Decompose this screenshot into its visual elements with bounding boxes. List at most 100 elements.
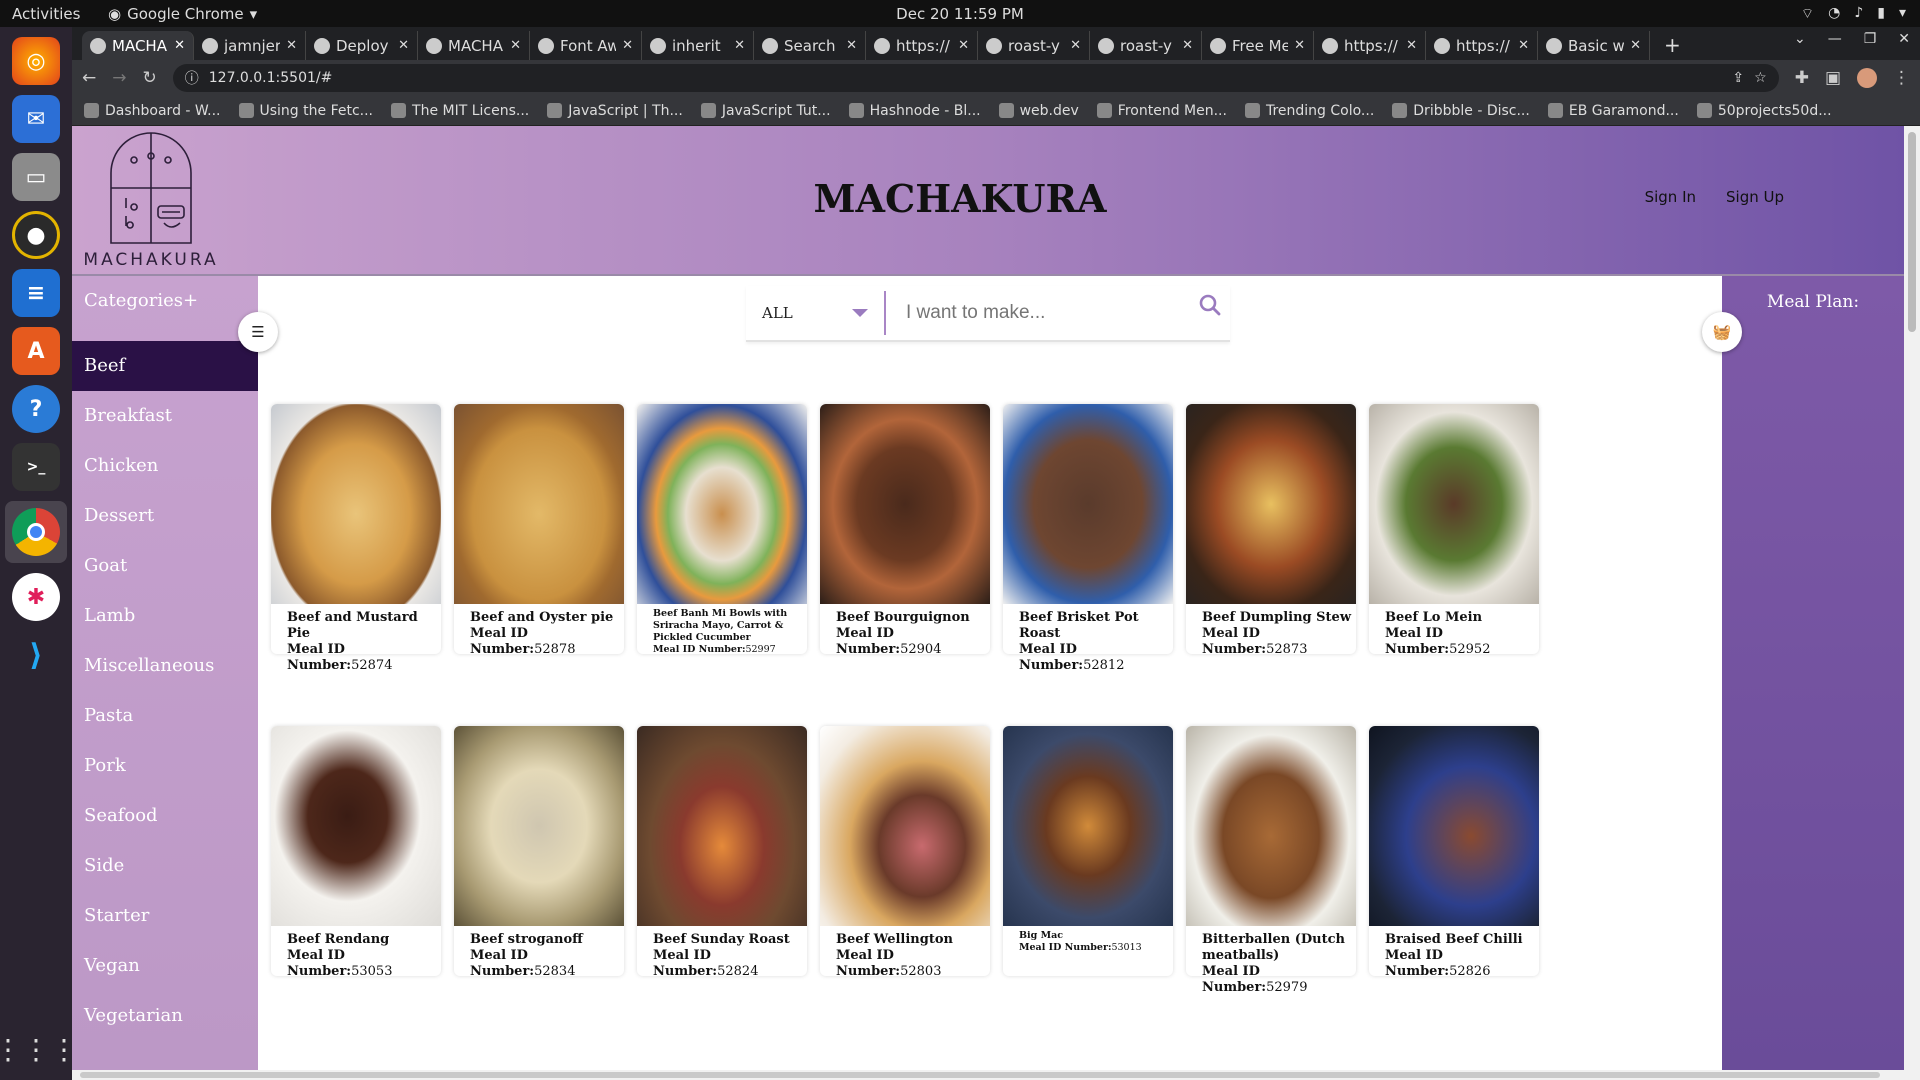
browser-tab[interactable]: Free Me ✕ [1202,31,1314,60]
browser-tab[interactable]: Deploy ✕ [306,31,418,60]
show-applications-icon[interactable]: ⋮⋮⋮ [0,1033,78,1066]
address-bar[interactable]: ⓘ 127.0.0.1:5501/# ⇪ ☆ [172,64,1779,92]
help-icon[interactable]: ? [12,385,60,433]
category-item-vegetarian[interactable]: Vegetarian [72,991,258,1041]
browser-tab[interactable]: Font Aw ✕ [530,31,642,60]
close-tab-icon[interactable]: ✕ [1294,38,1305,53]
category-item-beef[interactable]: Beef [72,341,258,391]
rhythmbox-icon[interactable]: ● [12,211,60,259]
meal-card[interactable]: Beef Banh Mi Bowls with Sriracha Mayo, C… [637,404,807,655]
meal-card[interactable]: Braised Beef Chilli Meal ID Number:52826 [1369,726,1539,979]
sidebar-toggle-button[interactable]: ☰ [238,312,278,352]
bookmark-item[interactable]: web.dev [998,103,1079,119]
share-icon[interactable]: ⇪ [1732,70,1744,86]
close-window-icon[interactable]: ✕ [1898,31,1910,47]
scrollbar-thumb[interactable] [80,1072,1880,1078]
category-item-goat[interactable]: Goat [72,541,258,591]
bookmark-item[interactable]: 50projects50d... [1696,103,1832,119]
meal-plan-toggle-button[interactable]: 🧺 [1702,312,1742,352]
slack-icon[interactable]: ✱ [12,573,60,621]
bookmark-item[interactable]: The MIT Licens... [391,103,529,119]
search-button[interactable] [1190,294,1230,316]
browser-tab[interactable]: roast-y ✕ [978,31,1090,60]
category-item-side[interactable]: Side [72,841,258,891]
meal-card[interactable]: Beef and Mustard Pie Meal ID Number:52874 [271,404,441,673]
horizontal-scrollbar[interactable] [72,1070,1920,1080]
category-item-dessert[interactable]: Dessert [72,491,258,541]
sign-up-link[interactable]: Sign Up [1726,188,1784,206]
category-item-starter[interactable]: Starter [72,891,258,941]
clock[interactable]: Dec 20 11:59 PM [896,5,1024,23]
firefox-icon[interactable]: ◎ [12,37,60,85]
browser-tab[interactable]: MACHA ✕ [418,31,530,60]
software-center-icon[interactable]: A [12,327,60,375]
thunderbird-icon[interactable]: ✉ [12,95,60,143]
bookmark-item[interactable]: Using the Fetc... [238,103,373,119]
bookmark-item[interactable]: Hashnode - Bl... [848,103,981,119]
meal-card[interactable]: Beef Lo Mein Meal ID Number:52952 [1369,404,1539,657]
close-tab-icon[interactable]: ✕ [1070,38,1081,53]
category-item-chicken[interactable]: Chicken [72,441,258,491]
category-item-vegan[interactable]: Vegan [72,941,258,991]
forward-icon[interactable]: → [112,68,126,88]
category-item-pasta[interactable]: Pasta [72,691,258,741]
new-tab-button[interactable]: + [1650,31,1695,60]
meal-card[interactable]: Beef and Oyster pie Meal ID Number:52878 [454,404,624,657]
bookmark-item[interactable]: Dashboard - W... [84,103,221,119]
categories-toggle[interactable]: Categories+ [72,276,258,341]
browser-tab[interactable]: https:// ✕ [1426,31,1538,60]
files-icon[interactable]: ▭ [12,153,60,201]
sign-in-link[interactable]: Sign In [1645,188,1696,206]
app-menu[interactable]: ◉ Google Chrome ▾ [108,5,257,23]
meal-card[interactable]: Beef Sunday Roast Meal ID Number:52824 [637,726,807,979]
category-item-pork[interactable]: Pork [72,741,258,791]
activities-button[interactable]: Activities [12,5,80,23]
category-item-breakfast[interactable]: Breakfast [72,391,258,441]
close-tab-icon[interactable]: ✕ [286,38,297,53]
browser-tab[interactable]: Search i ✕ [754,31,866,60]
vertical-scrollbar[interactable] [1904,126,1920,1070]
close-tab-icon[interactable]: ✕ [846,38,857,53]
category-item-miscellaneous[interactable]: Miscellaneous [72,641,258,691]
tab-search-icon[interactable]: ⌄ [1794,31,1806,47]
scrollbar-thumb[interactable] [1908,132,1916,332]
meal-card[interactable]: Beef Rendang Meal ID Number:53053 [271,726,441,979]
close-tab-icon[interactable]: ✕ [398,38,409,53]
close-tab-icon[interactable]: ✕ [1518,38,1529,53]
bookmark-item[interactable]: EB Garamond... [1547,103,1679,119]
bookmark-star-icon[interactable]: ☆ [1754,70,1767,86]
category-filter-select[interactable]: ALL [746,291,886,335]
browser-tab[interactable]: Basic w ✕ [1538,31,1650,60]
bookmark-item[interactable]: JavaScript | Th... [547,103,683,119]
close-tab-icon[interactable]: ✕ [1630,38,1641,53]
meal-card[interactable]: Beef Dumpling Stew Meal ID Number:52873 [1186,404,1356,657]
bookmark-item[interactable]: Frontend Men... [1096,103,1227,119]
browser-tab[interactable]: roast-y ✕ [1090,31,1202,60]
bookmark-item[interactable]: Trending Colo... [1244,103,1374,119]
close-tab-icon[interactable]: ✕ [622,38,633,53]
close-tab-icon[interactable]: ✕ [510,38,521,53]
close-tab-icon[interactable]: ✕ [958,38,969,53]
reload-icon[interactable]: ↻ [143,68,157,88]
meal-card[interactable]: Big Mac Meal ID Number:53013 [1003,726,1173,976]
close-tab-icon[interactable]: ✕ [734,38,745,53]
back-icon[interactable]: ← [82,68,96,88]
browser-tab[interactable]: https:// ✕ [866,31,978,60]
browser-tab[interactable]: jamnjer ✕ [194,31,306,60]
maximize-icon[interactable]: ❐ [1864,31,1877,47]
site-info-icon[interactable]: ⓘ [185,68,199,88]
chrome-dock-item[interactable] [5,501,67,563]
chrome-menu-icon[interactable]: ⋮ [1893,68,1910,88]
browser-tab[interactable]: inherit ✕ [642,31,754,60]
meal-card[interactable]: Beef Bourguignon Meal ID Number:52904 [820,404,990,657]
close-tab-icon[interactable]: ✕ [1182,38,1193,53]
writer-icon[interactable]: ≡ [12,269,60,317]
meal-card[interactable]: Beef Brisket Pot Roast Meal ID Number:5281… [1003,404,1173,673]
vscode-icon[interactable]: ⟩ [12,631,60,679]
meal-card[interactable]: Bitterballen (Dutch meatballs) Meal ID Num… [1186,726,1356,995]
system-tray[interactable]: ⌔ ◔ ♪ ▮ ▾ [1801,5,1906,23]
close-tab-icon[interactable]: ✕ [1406,38,1417,53]
profile-avatar[interactable] [1857,68,1877,88]
browser-tab[interactable]: https:// ✕ [1314,31,1426,60]
terminal-icon[interactable]: >_ [12,443,60,491]
